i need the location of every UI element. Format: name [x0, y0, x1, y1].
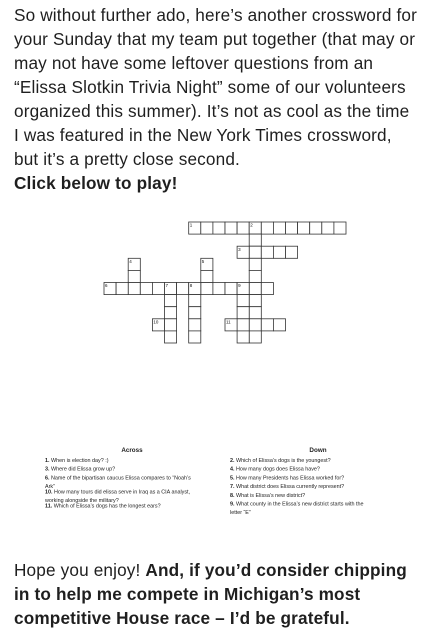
crossword-cell[interactable]	[248, 330, 262, 344]
crossword-cell[interactable]	[333, 221, 347, 235]
clue-line: 8. What is Elissa’s new district?	[230, 493, 305, 499]
crossword-cell[interactable]	[164, 294, 178, 308]
crossword-cell[interactable]	[139, 282, 153, 296]
crossword-cell[interactable]	[188, 306, 202, 320]
crossword-puzzle-image[interactable]: 1 234 56 7 8 910 11 Across Down 1. When is ele…	[30, 212, 400, 532]
crossword-cell[interactable]	[212, 221, 226, 235]
crossword-grid	[103, 221, 347, 344]
crossword-cell[interactable]	[260, 282, 274, 296]
clue-line: 4. How many dogs does Elissa have?	[230, 467, 320, 473]
crossword-cell[interactable]	[200, 282, 214, 296]
crossword-cell[interactable]	[164, 318, 178, 332]
crossword-cell[interactable]	[272, 245, 286, 259]
clue-line: 9. What county in the Elissa’s new distr…	[230, 502, 364, 508]
play-link[interactable]: Click below to play!	[14, 173, 177, 193]
crossword-cell[interactable]	[321, 221, 335, 235]
clue-line: 1. When is election day? :)	[45, 458, 109, 464]
clue-line: letter “E”	[230, 510, 251, 516]
clue-line: 6. Name of the bipartisan caucus Elissa …	[45, 475, 191, 481]
crossword-cell[interactable]	[260, 221, 274, 235]
crossword-cell[interactable]	[224, 221, 238, 235]
clue-line: 11. Which of Elissa’s dogs has the longe…	[45, 504, 161, 510]
crossword-cell[interactable]	[188, 330, 202, 344]
crossword-cell[interactable]	[248, 282, 262, 296]
crossword-cell[interactable]	[248, 318, 262, 332]
crossword-cell[interactable]	[164, 306, 178, 320]
clue-line: 7. What district does Elissa currently r…	[230, 484, 344, 490]
outro-paragraph: Hope you enjoy! And, if you’d consider c…	[14, 558, 418, 630]
crossword-cell[interactable]	[212, 282, 226, 296]
crossword-cell[interactable]	[260, 318, 274, 332]
cell-number: 11	[226, 319, 231, 324]
crossword-cell[interactable]	[236, 330, 250, 344]
crossword-cell[interactable]	[285, 245, 299, 259]
down-heading: Down	[309, 447, 326, 454]
crossword-cell[interactable]	[127, 282, 141, 296]
crossword-cell[interactable]	[236, 318, 250, 332]
clue-line: 10. How many tours did elissa serve in I…	[45, 489, 191, 495]
crossword-cell-numbers: 1 234 56 7 8 910 11	[105, 223, 253, 325]
crossword-cell[interactable]	[272, 221, 286, 235]
cell-number: 10	[153, 319, 159, 324]
intro-text: So without further ado, here’s another c…	[14, 5, 418, 169]
crossword-cell[interactable]	[309, 221, 323, 235]
crossword-cell[interactable]	[248, 233, 262, 247]
crossword-cell[interactable]	[164, 330, 178, 344]
crossword-cell[interactable]	[272, 318, 286, 332]
crossword-cell[interactable]	[115, 282, 129, 296]
crossword-cell[interactable]	[188, 318, 202, 332]
outro-text: Hope you enjoy!	[14, 560, 146, 580]
across-clues: 1. When is election day? :) 3. Where did …	[44, 458, 191, 510]
crossword-cell[interactable]	[248, 306, 262, 320]
crossword-cell[interactable]	[260, 245, 274, 259]
across-heading: Across	[121, 447, 143, 454]
crossword-cell[interactable]	[236, 294, 250, 308]
crossword-cell[interactable]	[248, 270, 262, 283]
intro-paragraph: So without further ado, here’s another c…	[14, 3, 418, 195]
crossword-cell[interactable]	[224, 282, 238, 296]
crossword-cell[interactable]	[248, 294, 262, 308]
crossword-cell[interactable]	[127, 270, 141, 283]
crossword-cell[interactable]	[248, 245, 262, 259]
clue-line: 5. How many Presidents has Elissa worked…	[230, 475, 344, 481]
crossword-cell[interactable]	[236, 221, 250, 235]
crossword-cell[interactable]	[285, 221, 299, 235]
crossword-cell[interactable]	[200, 221, 214, 235]
down-clues: 2. Which of Elissa’s dogs is the younges…	[230, 458, 364, 516]
crossword-cell[interactable]	[176, 282, 190, 296]
crossword-cell[interactable]	[236, 306, 250, 320]
crossword-cell[interactable]	[248, 257, 262, 271]
crossword-cell[interactable]	[200, 270, 214, 283]
crossword-cell[interactable]	[188, 294, 202, 308]
clue-line: 2. Which of Elissa’s dogs is the younges…	[230, 458, 331, 464]
crossword-cell[interactable]	[152, 282, 165, 296]
crossword-cell[interactable]	[297, 221, 311, 235]
clue-line: 3. Where did Elissa grow up?	[45, 467, 115, 473]
